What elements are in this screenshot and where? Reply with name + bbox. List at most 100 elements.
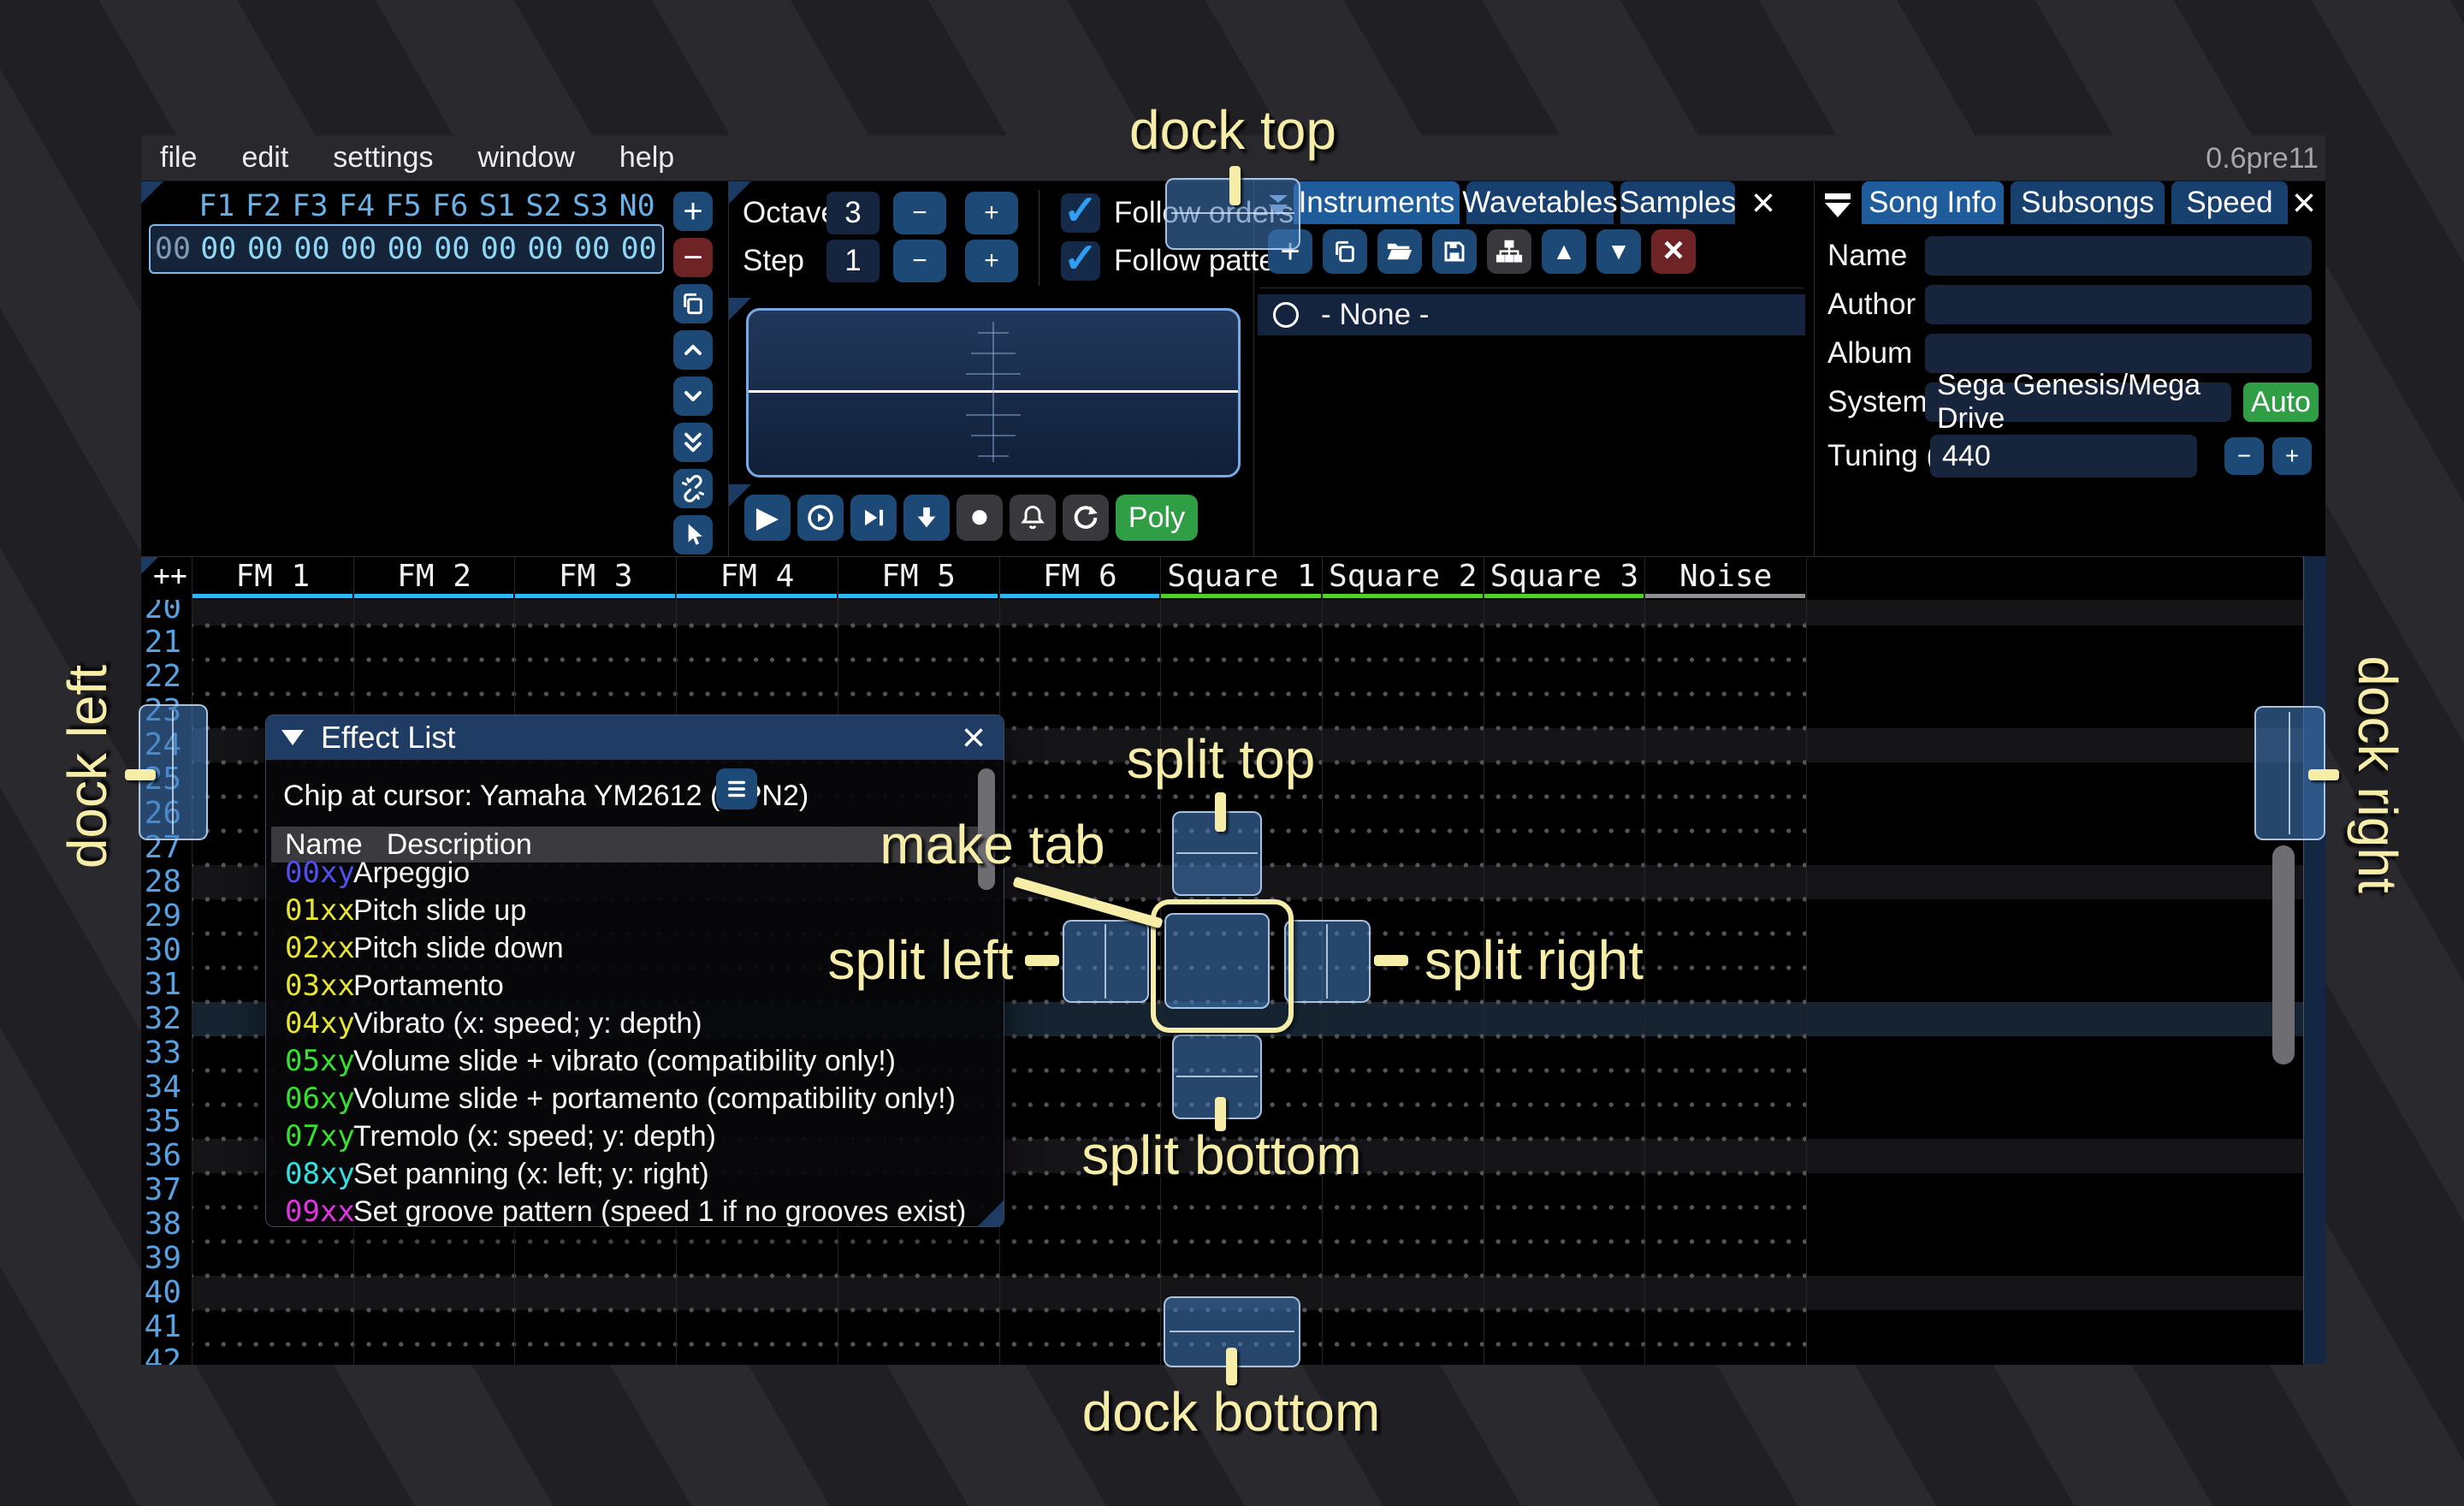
step-one-row-button[interactable] [903, 495, 950, 541]
order-channel-header-f2[interactable]: F2 [240, 189, 287, 223]
channel-header-noise[interactable]: Noise [1644, 557, 1806, 600]
play-button[interactable]: ▶ [744, 495, 791, 541]
effect-row-05xy[interactable]: 05xyVolume slide + vibrato (compatibilit… [271, 1042, 998, 1080]
tab-wavetables[interactable]: Wavetables [1466, 181, 1614, 224]
channel-header-square-2[interactable]: Square 2 [1322, 557, 1484, 600]
instrument-toggle-folders-button[interactable] [1487, 229, 1531, 274]
order-change-mode-button[interactable] [673, 469, 713, 508]
channel-header-fm-4[interactable]: FM 4 [676, 557, 838, 600]
instrument-list-item-none[interactable]: - None - [1258, 294, 1805, 335]
effect-row-04xy[interactable]: 04xyVibrato (x: speed; y: depth) [271, 1005, 998, 1042]
octave-decrease-button[interactable]: − [893, 192, 946, 234]
window-resize-grip[interactable] [978, 1201, 1004, 1226]
play-to-cursor-button[interactable] [850, 495, 897, 541]
channel-header-fm-3[interactable]: FM 3 [514, 557, 676, 600]
octave-increase-button[interactable]: + [965, 192, 1018, 234]
tab-song-info[interactable]: Song Info [1862, 181, 2004, 224]
effect-row-07xy[interactable]: 07xyTremolo (x: speed; y: depth) [271, 1118, 998, 1155]
tab-instruments[interactable]: Instruments [1294, 181, 1460, 224]
instrument-duplicate-button[interactable] [1323, 229, 1367, 274]
menu-item-window[interactable]: window [477, 141, 574, 175]
order-cell-9[interactable]: 00 [615, 232, 662, 266]
order-cell-2[interactable]: 00 [288, 232, 335, 266]
metronome-button[interactable] [1010, 495, 1056, 541]
record-button[interactable]: ● [957, 495, 1003, 541]
channel-header-square-3[interactable]: Square 3 [1484, 557, 1645, 600]
pattern-row-22[interactable]: 22 [141, 660, 2303, 694]
effect-row-01xx[interactable]: 01xxPitch slide up [271, 892, 998, 929]
repeat-pattern-button[interactable] [1063, 495, 1109, 541]
song-author-input[interactable] [1925, 285, 2312, 324]
split-target-left[interactable] [1063, 920, 1149, 1003]
song-info-collapse-button[interactable] [1819, 187, 1857, 224]
tab-speed[interactable]: Speed [2171, 181, 2288, 224]
order-move-up-button[interactable] [673, 330, 713, 370]
channel-header-fm-2[interactable]: FM 2 [353, 557, 515, 600]
add-channel-button[interactable]: ++ [153, 557, 187, 595]
order-channel-header-f3[interactable]: F3 [287, 189, 334, 223]
tuning-input[interactable]: 440 [1930, 435, 2197, 477]
step-increase-button[interactable]: + [965, 240, 1018, 282]
order-cell-8[interactable]: 00 [569, 232, 616, 266]
tuning-decrease-button[interactable]: − [2224, 437, 2264, 475]
order-cell-4[interactable]: 00 [382, 232, 429, 266]
effect-row-06xy[interactable]: 06xyVolume slide + portamento (compatibi… [271, 1080, 998, 1118]
order-channel-header-n0[interactable]: N0 [613, 189, 660, 223]
pattern-row-21[interactable]: 21 [141, 626, 2303, 660]
step-value[interactable]: 1 [826, 240, 880, 282]
instrument-move-down-button[interactable]: ▼ [1596, 229, 1641, 274]
tab-subsongs[interactable]: Subsongs [2011, 181, 2165, 224]
menu-item-file[interactable]: file [160, 141, 197, 175]
order-channel-header-f6[interactable]: F6 [427, 189, 474, 223]
order-edit-mode-button[interactable] [673, 515, 713, 554]
order-duplicate-button[interactable] [673, 284, 713, 323]
song-info-close-button[interactable]: × [2283, 181, 2325, 224]
order-add-button[interactable]: + [673, 192, 713, 231]
order-channel-header-f4[interactable]: F4 [334, 189, 381, 223]
instrument-open-button[interactable] [1377, 229, 1422, 274]
split-target-right[interactable] [1284, 920, 1371, 1003]
system-auto-button[interactable]: Auto [2243, 382, 2319, 422]
effect-list-titlebar[interactable]: Effect List × [266, 715, 1004, 760]
song-name-input[interactable] [1925, 236, 2312, 276]
order-cell-5[interactable]: 00 [429, 232, 476, 266]
order-duplicate-end-button[interactable] [673, 423, 713, 462]
order-move-down-button[interactable] [673, 376, 713, 416]
instrument-save-button[interactable] [1432, 229, 1477, 274]
effect-list-menu-button[interactable] [716, 768, 757, 809]
instruments-close-button[interactable]: × [1742, 181, 1785, 224]
effect-row-09xx[interactable]: 09xxSet groove pattern (speed 1 if no gr… [271, 1193, 998, 1227]
order-channel-header-f5[interactable]: F5 [380, 189, 427, 223]
pattern-row-20[interactable]: 20 [141, 600, 2303, 626]
channel-header-fm-5[interactable]: FM 5 [838, 557, 999, 600]
song-album-input[interactable] [1925, 334, 2312, 373]
channel-header-fm-6[interactable]: FM 6 [999, 557, 1161, 600]
channel-header-square-1[interactable]: Square 1 [1160, 557, 1322, 600]
instrument-move-up-button[interactable]: ▲ [1542, 229, 1586, 274]
step-decrease-button[interactable]: − [893, 240, 946, 282]
order-channel-header-s2[interactable]: S2 [520, 189, 567, 223]
order-channel-header-f1[interactable]: F1 [193, 189, 240, 223]
poly-toggle-button[interactable]: Poly [1116, 495, 1198, 541]
song-system-value[interactable]: Sega Genesis/Mega Drive [1925, 382, 2231, 422]
octave-value[interactable]: 3 [826, 192, 880, 234]
menu-item-settings[interactable]: settings [333, 141, 433, 175]
instrument-delete-button[interactable]: × [1651, 229, 1696, 274]
follow-orders-checkbox[interactable]: ✓ [1061, 193, 1100, 233]
tuning-increase-button[interactable]: + [2272, 437, 2312, 475]
pattern-scrollbar[interactable] [2272, 845, 2295, 1064]
order-row-selected[interactable]: 0000000000000000000000 [149, 224, 664, 274]
order-channel-header-s3[interactable]: S3 [567, 189, 614, 223]
menu-item-edit[interactable]: edit [241, 141, 288, 175]
order-cell-6[interactable]: 00 [476, 232, 523, 266]
menu-item-help[interactable]: help [619, 141, 674, 175]
follow-pattern-checkbox[interactable]: ✓ [1061, 241, 1100, 281]
effect-list-close-button[interactable]: × [952, 715, 995, 760]
effect-row-08xy[interactable]: 08xySet panning (x: left; y: right) [271, 1155, 998, 1193]
order-cell-7[interactable]: 00 [522, 232, 569, 266]
order-channel-header-s1[interactable]: S1 [474, 189, 521, 223]
window-collapse-icon[interactable] [281, 730, 304, 745]
tab-samples[interactable]: Samples [1620, 181, 1735, 224]
order-cell-0[interactable]: 00 [195, 232, 242, 266]
order-cell-3[interactable]: 00 [335, 232, 382, 266]
